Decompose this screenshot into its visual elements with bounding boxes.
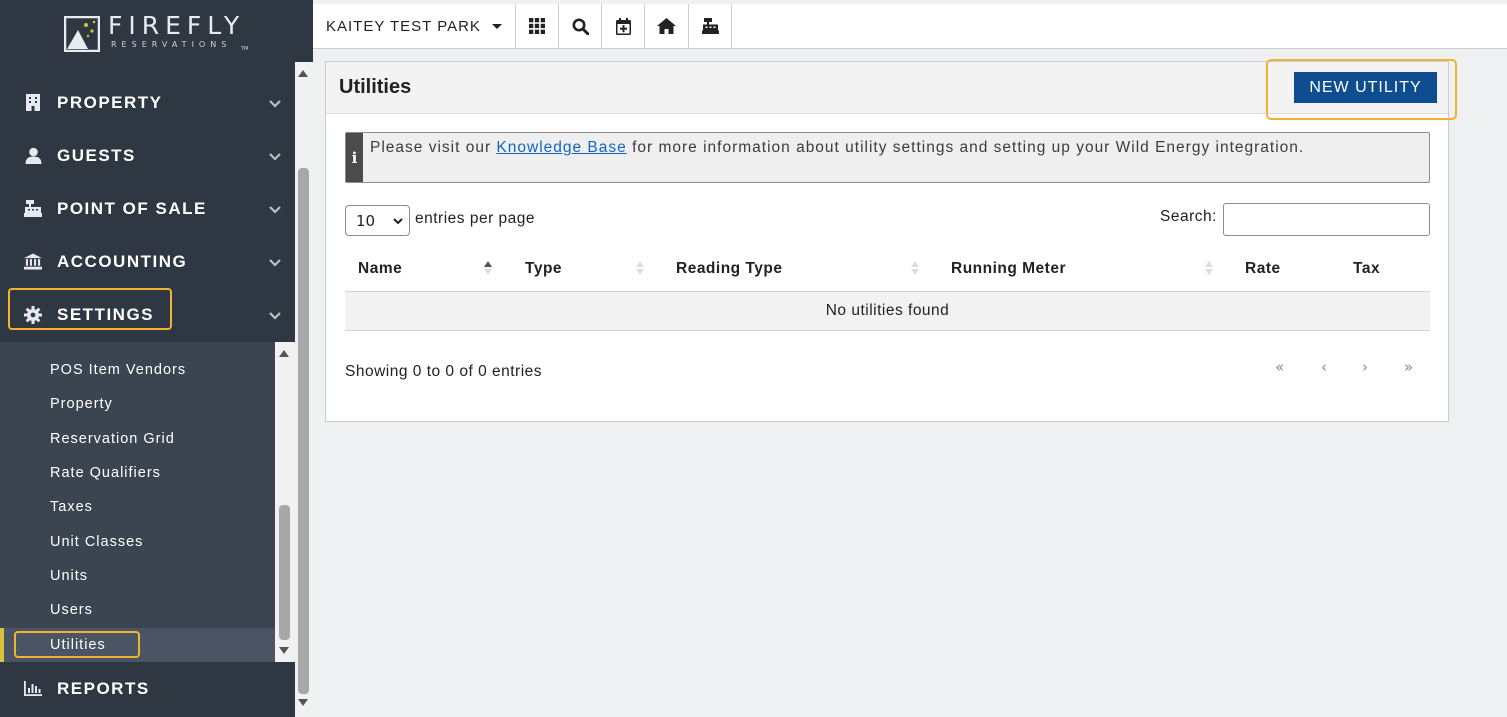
point-of-sale-button[interactable] <box>688 4 731 48</box>
submenu-active-indicator <box>0 628 4 662</box>
submenu-scroll-up-icon[interactable] <box>279 350 289 357</box>
chevron-down-icon <box>269 205 281 214</box>
pagination-next[interactable]: › <box>1362 358 1368 376</box>
new-utility-highlight <box>1266 59 1457 120</box>
knowledge-base-link[interactable]: Knowledge Base <box>496 139 626 156</box>
submenu-property[interactable]: Property <box>50 396 113 412</box>
settings-submenu <box>0 342 275 662</box>
info-text-after: for more information about utility setti… <box>626 139 1305 156</box>
search-label: Search: <box>1160 208 1217 225</box>
submenu-units[interactable]: Units <box>50 568 88 584</box>
info-alert: i Please visit our Knowledge Base for mo… <box>345 132 1430 183</box>
submenu-unit-classes[interactable]: Unit Classes <box>50 534 143 550</box>
sort-asc-icon <box>484 261 492 275</box>
submenu-reservation-grid[interactable]: Reservation Grid <box>50 431 175 447</box>
bar-chart-icon <box>24 680 42 698</box>
nav-guests[interactable]: GUESTS <box>0 129 295 182</box>
submenu-rate-qualifiers[interactable]: Rate Qualifiers <box>50 465 161 481</box>
pagination-first[interactable]: « <box>1275 358 1284 376</box>
nav-guests-label: GUESTS <box>57 145 136 165</box>
nav-reports-label: REPORTS <box>57 678 150 698</box>
sort-icon <box>911 261 919 275</box>
column-reading-type[interactable]: Reading Type <box>676 260 782 278</box>
nav-property-label: PROPERTY <box>57 92 163 112</box>
pagination-last[interactable]: » <box>1404 358 1413 376</box>
chevron-down-icon <box>269 311 281 320</box>
column-rate: Rate <box>1245 260 1281 277</box>
grid-icon <box>529 18 545 34</box>
table-row: No utilities found <box>345 292 1430 331</box>
entries-per-page-select[interactable]: 10 <box>345 205 410 236</box>
caret-down-icon <box>492 24 502 29</box>
chevron-down-icon <box>393 218 403 225</box>
nav-point-of-sale-label: POINT OF SALE <box>57 198 207 218</box>
top-bar: KAITEY TEST PARK <box>313 4 1507 49</box>
grid-button[interactable] <box>515 4 558 48</box>
user-icon <box>24 147 42 165</box>
nav-property[interactable]: PROPERTY <box>0 76 295 129</box>
entries-per-page-label: entries per page <box>415 210 536 227</box>
settings-highlight <box>8 288 172 330</box>
sort-icon <box>636 261 644 275</box>
submenu-taxes[interactable]: Taxes <box>50 499 93 515</box>
firefly-logo-icon <box>64 16 100 52</box>
page-title: Utilities <box>339 76 412 98</box>
empty-table-message: No utilities found <box>825 302 950 319</box>
submenu-scrollbar-thumb[interactable] <box>279 505 290 640</box>
firefly-logo[interactable]: FIREFLY RESERVATIONS TM <box>0 0 295 62</box>
sidebar-scrollbar-thumb[interactable] <box>298 168 309 694</box>
chevron-down-icon <box>269 99 281 108</box>
brand-tagline: RESERVATIONS <box>111 40 232 49</box>
info-icon-bar: i <box>346 133 363 182</box>
home-icon <box>656 18 676 34</box>
info-text-before: Please visit our <box>370 139 497 156</box>
entries-count: Showing 0 to 0 of 0 entries <box>345 363 543 380</box>
utilities-highlight <box>14 631 140 658</box>
nav-point-of-sale[interactable]: POINT OF SALE <box>0 182 295 235</box>
chevron-down-icon <box>269 258 281 267</box>
nav-reports[interactable]: REPORTS <box>0 662 295 715</box>
column-name[interactable]: Name <box>358 260 402 278</box>
sidebar: FIREFLY RESERVATIONS TM PROPERTY GUESTS … <box>0 0 313 717</box>
bank-icon <box>24 253 42 271</box>
panel-header: Utilities NEW UTILITY <box>326 59 1457 120</box>
cash-register-icon <box>24 200 42 218</box>
park-name: KAITEY TEST PARK <box>326 17 481 35</box>
submenu-scroll-down-icon[interactable] <box>279 647 289 654</box>
search-icon <box>572 18 589 35</box>
park-selector[interactable]: KAITEY TEST PARK <box>313 4 515 48</box>
info-text: Please visit our Knowledge Base for more… <box>370 139 1420 157</box>
nav-accounting-label: ACCOUNTING <box>57 251 188 271</box>
brand-tm: TM <box>241 46 249 52</box>
search-input[interactable] <box>1223 203 1430 236</box>
info-icon: i <box>351 148 358 167</box>
calendar-plus-button[interactable] <box>601 4 644 48</box>
search-button[interactable] <box>558 4 601 48</box>
column-tax: Tax <box>1353 260 1381 277</box>
nav-accounting[interactable]: ACCOUNTING <box>0 235 295 288</box>
home-button[interactable] <box>644 4 687 48</box>
sidebar-scroll-up-icon[interactable] <box>298 70 308 77</box>
column-running-meter[interactable]: Running Meter <box>951 260 1066 278</box>
submenu-users[interactable]: Users <box>50 602 93 618</box>
entries-per-page-value: 10 <box>356 211 376 230</box>
sort-icon <box>1205 261 1213 275</box>
brand-name: FIREFLY <box>108 11 246 40</box>
column-type[interactable]: Type <box>525 260 562 278</box>
building-icon <box>24 94 42 112</box>
utilities-panel: Utilities NEW UTILITY i Please visit our… <box>325 59 1457 422</box>
sidebar-scroll-down-icon[interactable] <box>298 699 308 706</box>
calendar-plus-icon <box>615 17 631 35</box>
chevron-down-icon <box>269 152 281 161</box>
cash-register-icon <box>701 18 719 34</box>
toolbar-divider <box>731 4 732 48</box>
pagination-previous[interactable]: ‹ <box>1321 358 1327 376</box>
submenu-pos-item-vendors[interactable]: POS Item Vendors <box>50 362 186 378</box>
